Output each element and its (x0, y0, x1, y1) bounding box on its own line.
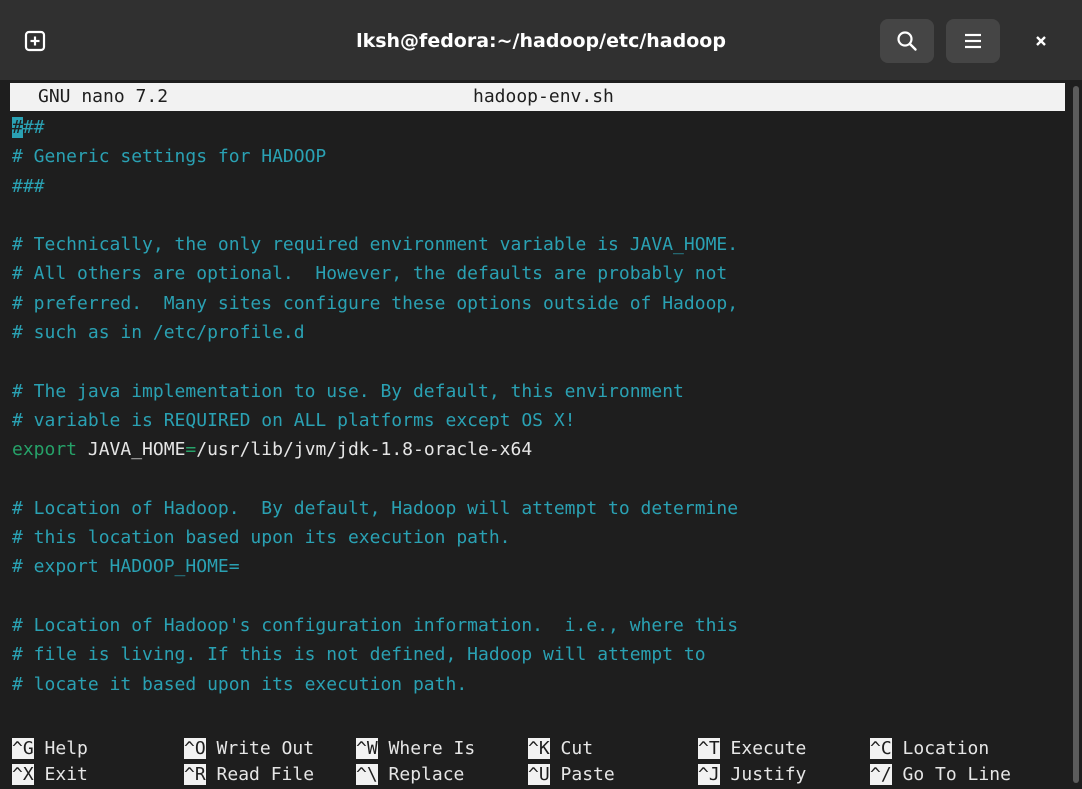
editor-content[interactable]: ### # Generic settings for HADOOP ### # … (12, 113, 1062, 713)
editor-line-rest: ## (22, 117, 45, 138)
editor-line: # Generic settings for HADOOP (12, 146, 327, 168)
editor-line: # locate it based upon its execution pat… (12, 673, 468, 695)
shortcut-label: Go To Line (902, 764, 1011, 785)
nano-header-bar: GNU nano 7.2 hadoop-env.sh (10, 83, 1065, 111)
title-bar: lksh@fedora:~/hadoop/etc/hadoop (0, 0, 1082, 80)
nano-version: GNU nano 7.2 (38, 86, 169, 107)
editor-line: # file is living. If this is not defined… (12, 644, 706, 666)
menu-button[interactable] (946, 19, 1000, 63)
shortcut-label: Help (44, 738, 88, 759)
export-keyword: export (12, 439, 78, 461)
shortcut-label: Replace (388, 764, 465, 785)
shortcut-execute[interactable]: ^T Execute (698, 736, 806, 762)
editor-line: # The java implementation to use. By def… (12, 380, 684, 402)
editor-line: # such as in /etc/profile.d (12, 322, 305, 344)
close-icon (1036, 36, 1046, 46)
shortcut-where-is[interactable]: ^W Where Is (356, 736, 475, 762)
shortcut-label: Location (902, 738, 990, 759)
shortcut-label: Cut (560, 738, 594, 759)
scrollbar[interactable] (1070, 80, 1082, 789)
text-cursor: # (12, 117, 23, 138)
export-variable: JAVA_HOME (77, 439, 186, 461)
shortcut-label: Exit (44, 764, 88, 785)
new-tab-button[interactable] (16, 22, 54, 60)
editor-line: # this location based upon its execution… (12, 527, 511, 549)
shortcut-read-file[interactable]: ^R Read File (184, 762, 314, 788)
close-button[interactable] (1022, 22, 1060, 60)
shortcut-key: ^U (528, 764, 550, 785)
shortcut-key: ^X (12, 764, 34, 785)
search-icon (897, 31, 917, 51)
hamburger-menu-icon (965, 33, 981, 49)
shortcut-replace[interactable]: ^\ Replace (356, 762, 464, 788)
shortcut-label: Justify (730, 764, 807, 785)
shortcut-key: ^J (698, 764, 720, 785)
shortcut-bar: ^G Help ^O Write Out ^W Where Is ^K Cut … (12, 736, 1062, 788)
editor-line: # variable is REQUIRED on ALL platforms … (12, 409, 576, 431)
editor-line: # Location of Hadoop's configuration inf… (12, 615, 739, 637)
shortcut-help[interactable]: ^G Help (12, 736, 88, 762)
export-equals: = (185, 439, 197, 461)
editor-line: ### (12, 113, 1062, 142)
shortcut-key: ^/ (870, 764, 892, 785)
shortcut-label: Where Is (388, 738, 476, 759)
shortcut-justify[interactable]: ^J Justify (698, 762, 806, 788)
shortcut-key: ^G (12, 738, 34, 759)
shortcut-key: ^K (528, 738, 550, 759)
shortcut-label: Write Out (216, 738, 315, 759)
shortcut-label: Execute (730, 738, 807, 759)
shortcut-location[interactable]: ^C Location (870, 736, 989, 762)
shortcut-exit[interactable]: ^X Exit (12, 762, 88, 788)
editor-line: ### (12, 175, 45, 197)
editor-line: # export HADOOP_HOME= (12, 556, 240, 578)
scrollbar-thumb[interactable] (1073, 86, 1079, 783)
editor-line: # Location of Hadoop. By default, Hadoop… (12, 497, 739, 519)
shortcut-cut[interactable]: ^K Cut (528, 736, 593, 762)
shortcut-key: ^W (356, 738, 378, 759)
shortcut-key: ^\ (356, 764, 378, 785)
export-value: /usr/lib/jvm/jdk-1.8-oracle-x64 (196, 439, 533, 461)
shortcut-write-out[interactable]: ^O Write Out (184, 736, 314, 762)
shortcut-paste[interactable]: ^U Paste (528, 762, 615, 788)
editor-line: # Technically, the only required environ… (12, 234, 739, 256)
terminal-window: lksh@fedora:~/hadoop/etc/hadoop GNU nano… (0, 0, 1082, 789)
shortcut-label: Paste (560, 764, 615, 785)
shortcut-key: ^C (870, 738, 892, 759)
window-title: lksh@fedora:~/hadoop/etc/hadoop (356, 30, 726, 52)
file-name: hadoop-env.sh (473, 86, 614, 107)
editor-line: # All others are optional. However, the … (12, 263, 728, 285)
shortcut-key: ^T (698, 738, 720, 759)
search-button[interactable] (880, 19, 934, 63)
shortcut-go-to-line[interactable]: ^/ Go To Line (870, 762, 1011, 788)
shortcut-key: ^R (184, 764, 206, 785)
editor-line-export: export JAVA_HOME=/usr/lib/jvm/jdk-1.8-or… (12, 435, 1062, 464)
shortcut-label: Read File (216, 764, 315, 785)
editor-line: # preferred. Many sites configure these … (12, 292, 739, 314)
shortcut-key: ^O (184, 738, 206, 759)
new-tab-icon (24, 30, 46, 52)
